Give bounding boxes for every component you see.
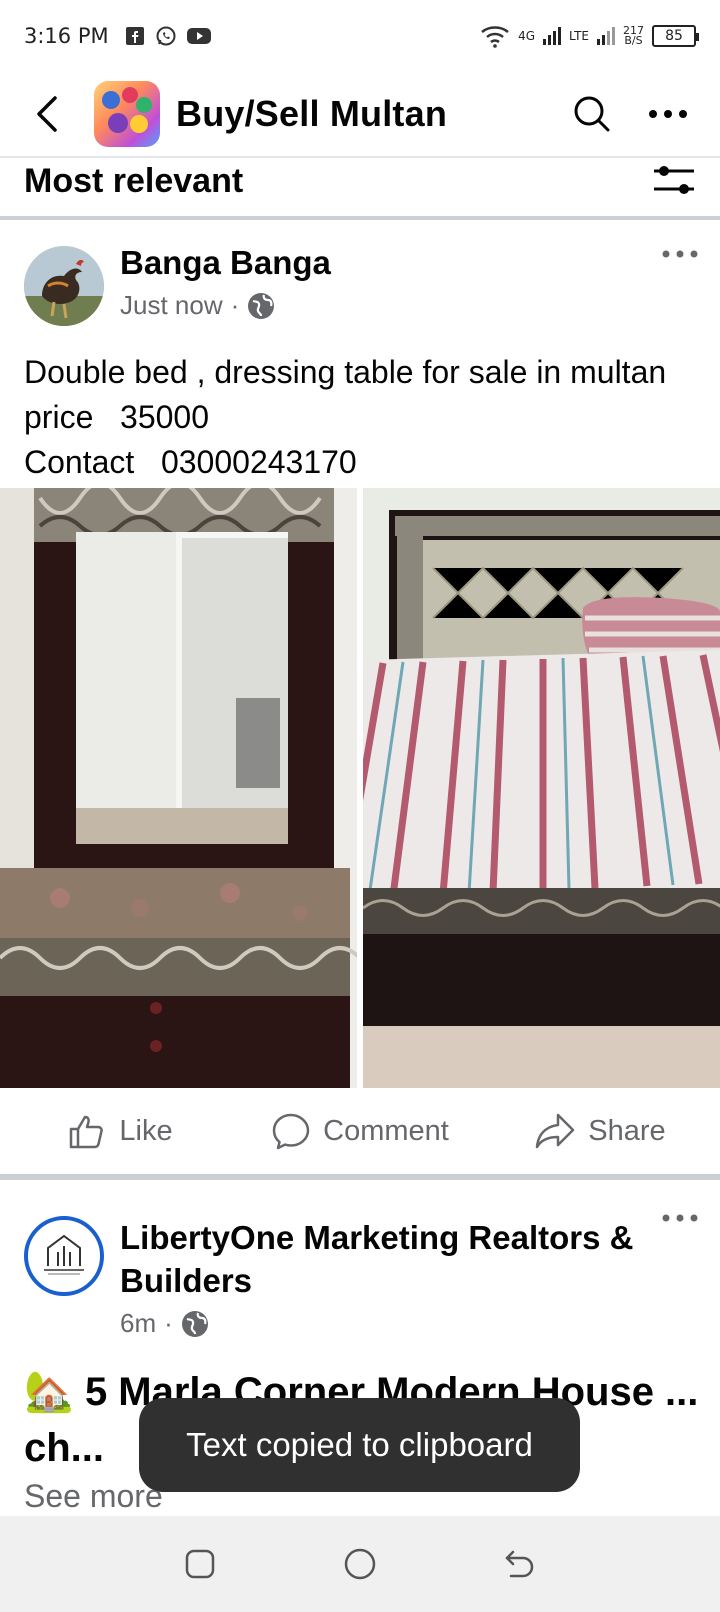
post-card: Banga Banga Just now · Double bed , dres… <box>0 222 720 1180</box>
status-time: 3:16 PM <box>24 24 109 48</box>
comment-icon <box>272 1113 310 1150</box>
clipboard-toast: Text copied to clipboard <box>139 1398 580 1492</box>
post-time[interactable]: 6m <box>120 1308 156 1339</box>
signal-icon <box>543 27 562 45</box>
post-time[interactable]: Just now <box>120 290 223 321</box>
more-options-button[interactable] <box>640 86 696 142</box>
dressing-table-image <box>0 488 357 1088</box>
globe-icon <box>181 1310 208 1337</box>
sliders-icon <box>654 165 694 194</box>
youtube-icon <box>186 28 211 44</box>
sort-label[interactable]: Most relevant <box>24 162 243 201</box>
square-icon <box>185 1549 215 1579</box>
facebook-icon <box>125 27 144 45</box>
network-speed: 217 B/S <box>623 24 644 47</box>
meta-separator: · <box>164 1308 173 1338</box>
post-header: Banga Banga Just now · <box>0 222 720 332</box>
comment-button[interactable]: Comment <box>240 1111 480 1151</box>
status-bar: 3:16 PM 4G LTE 217 B/S 85 <box>0 0 720 72</box>
battery-icon: 85 <box>652 25 699 47</box>
see-more-link[interactable]: See more <box>24 1478 163 1515</box>
comment-label: Comment <box>323 1114 449 1147</box>
globe-icon <box>248 292 275 319</box>
like-label: Like <box>119 1114 173 1147</box>
filter-button[interactable] <box>652 163 696 204</box>
whatsapp-icon <box>156 26 176 46</box>
rooster-avatar-image <box>24 246 104 326</box>
company-logo-icon <box>44 1234 84 1275</box>
search-icon <box>574 96 610 132</box>
network-4g-label: 4G <box>518 29 536 43</box>
double-bed-photo[interactable] <box>363 488 720 1088</box>
back-arrow-icon <box>505 1550 534 1578</box>
more-horizontal-icon <box>662 1214 698 1222</box>
like-button[interactable]: Like <box>0 1111 240 1151</box>
back-button[interactable] <box>22 89 72 139</box>
post-options-button[interactable] <box>660 1206 700 1230</box>
post-actions: Like Comment Share <box>0 1088 720 1180</box>
home-button[interactable] <box>336 1540 384 1588</box>
recents-button[interactable] <box>176 1540 224 1588</box>
share-icon <box>536 1113 575 1149</box>
group-header: Buy/Sell Multan <box>0 72 720 158</box>
signal-icon <box>597 27 615 45</box>
share-button[interactable]: Share <box>480 1111 720 1151</box>
dressing-table-photo[interactable] <box>0 488 357 1088</box>
more-horizontal-icon <box>662 250 698 258</box>
share-label: Share <box>588 1114 666 1147</box>
post-author[interactable]: Banga Banga <box>120 244 331 282</box>
group-avatar[interactable] <box>94 81 160 147</box>
post-text: Double bed , dressing table for sale in … <box>24 354 667 480</box>
meta-separator: · <box>230 290 240 320</box>
post-meta: 6m · <box>120 1308 209 1339</box>
back-nav-button[interactable] <box>496 1540 544 1588</box>
network-lte-label: LTE <box>569 29 589 43</box>
post-meta: Just now · <box>120 290 275 321</box>
chevron-left-icon <box>37 96 57 132</box>
page-title: Buy/Sell Multan <box>176 93 448 134</box>
more-horizontal-icon <box>649 110 687 118</box>
sort-bar: Most relevant <box>0 158 720 220</box>
circle-icon <box>344 1548 376 1580</box>
post-options-button[interactable] <box>660 242 700 266</box>
search-button[interactable] <box>564 86 620 142</box>
avatar[interactable] <box>24 246 104 326</box>
system-navigation-bar <box>0 1516 720 1612</box>
post-author[interactable]: LibertyOne Marketing Realtors & Builders <box>120 1216 650 1302</box>
house-tree-icon: 🏡 <box>24 1370 74 1414</box>
avatar[interactable] <box>24 1216 104 1296</box>
wifi-icon <box>481 26 509 48</box>
double-bed-image <box>363 488 720 1088</box>
post-photos <box>0 488 720 1088</box>
thumbs-up-icon <box>70 1115 104 1149</box>
